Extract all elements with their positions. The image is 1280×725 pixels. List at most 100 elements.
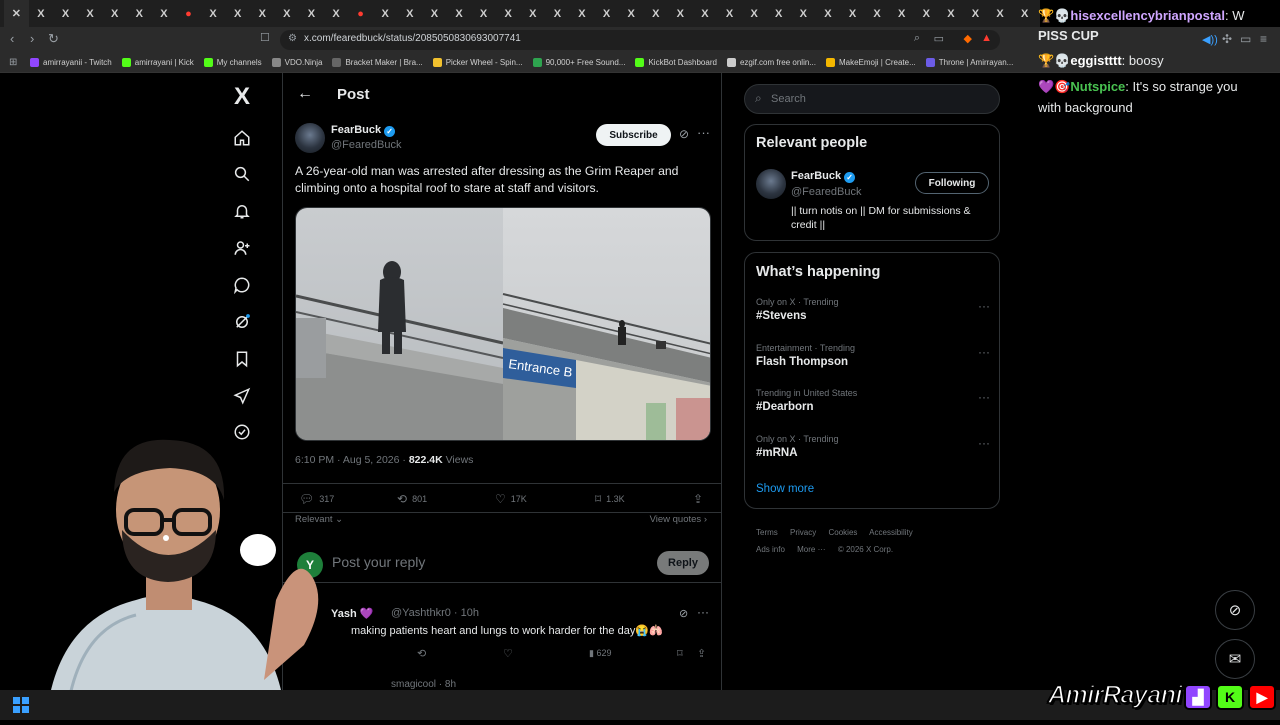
- browser-tab[interactable]: X: [766, 0, 791, 27]
- search-box[interactable]: ⌕: [744, 84, 1000, 114]
- reply-repost-icon[interactable]: ⟲: [417, 647, 426, 660]
- footer-link[interactable]: Cookies: [828, 528, 857, 537]
- back-nav-icon[interactable]: ‹: [10, 31, 14, 46]
- following-button[interactable]: Following: [915, 172, 989, 194]
- messages-chat-icon[interactable]: [222, 270, 262, 300]
- browser-tab[interactable]: X: [963, 0, 988, 27]
- browser-tab[interactable]: X: [865, 0, 890, 27]
- subscribe-button[interactable]: Subscribe: [596, 124, 671, 146]
- bookmark-item[interactable]: amirrayanii - Twitch: [30, 58, 112, 67]
- browser-tab[interactable]: X: [471, 0, 496, 27]
- browser-tab[interactable]: X: [988, 0, 1013, 27]
- browser-tab[interactable]: X: [717, 0, 742, 27]
- browser-tab[interactable]: X: [496, 0, 521, 27]
- brave-shield-icon[interactable]: ◆: [964, 32, 972, 45]
- rocket-icon[interactable]: [222, 381, 262, 411]
- x-logo[interactable]: X: [222, 82, 262, 112]
- browser-tab[interactable]: ●: [176, 0, 201, 27]
- browser-tab[interactable]: X: [201, 0, 226, 27]
- back-arrow-icon[interactable]: ←: [297, 85, 313, 103]
- grok-floating-button[interactable]: ⊘: [1215, 590, 1255, 630]
- site-info-icon[interactable]: ⚙: [288, 33, 297, 44]
- author-name[interactable]: FearBuck ✓: [331, 124, 396, 137]
- more-options-icon[interactable]: ···: [697, 125, 710, 140]
- bookmark-item[interactable]: Picker Wheel - Spin...: [432, 58, 523, 67]
- bookmark-item[interactable]: Bracket Maker | Bra...: [332, 58, 423, 67]
- search-input[interactable]: [769, 89, 989, 109]
- browser-tab[interactable]: X: [889, 0, 914, 27]
- reply-grok-icon[interactable]: ⊘: [679, 607, 688, 620]
- grok-explain-icon[interactable]: ⊘: [679, 127, 689, 141]
- browser-tab[interactable]: X: [102, 0, 127, 27]
- browser-tab[interactable]: X: [570, 0, 595, 27]
- browser-tab[interactable]: ●: [348, 0, 373, 27]
- people-icon[interactable]: [222, 233, 262, 263]
- trend-item[interactable]: Only on X · Trending #mRNA ···: [756, 434, 990, 474]
- browser-tab[interactable]: X: [545, 0, 570, 27]
- address-bar[interactable]: ⚙ x.com/fearedbuck/status/20850508306930…: [280, 30, 1000, 50]
- relevant-person-name[interactable]: FearBuck ✓: [791, 170, 856, 183]
- trend-more-icon[interactable]: ···: [978, 299, 990, 313]
- bookmark-item[interactable]: VDO.Ninja: [271, 58, 322, 67]
- bookmark-item[interactable]: 90,000+ Free Sound...: [532, 58, 625, 67]
- relevant-person-handle[interactable]: @FearedBuck: [791, 186, 861, 198]
- bookmark-action[interactable]: ⌑ 1.3K: [595, 492, 625, 506]
- browser-tab[interactable]: X: [520, 0, 545, 27]
- bookmark-item[interactable]: Throne | Amirrayan...: [925, 58, 1013, 67]
- search-nav-icon[interactable]: [222, 159, 262, 189]
- like-action[interactable]: ♡ 17K: [495, 492, 527, 506]
- browser-tab[interactable]: X: [250, 0, 275, 27]
- bookmark-item[interactable]: ezgif.com free onlin...: [726, 58, 816, 67]
- home-icon[interactable]: [222, 123, 262, 153]
- browser-tab[interactable]: X: [447, 0, 472, 27]
- trend-more-icon[interactable]: ···: [978, 436, 990, 450]
- messages-floating-button[interactable]: ✉: [1215, 639, 1255, 679]
- repost-action[interactable]: ⟲ 801: [397, 492, 427, 506]
- reply-more-icon[interactable]: ···: [697, 605, 709, 619]
- reload-icon[interactable]: ↻: [48, 31, 59, 47]
- footer-link[interactable]: Terms: [756, 528, 778, 537]
- reply-author-handle[interactable]: @Yashthkr0 · 10h: [391, 607, 479, 619]
- browser-tab[interactable]: X: [324, 0, 349, 27]
- reply-button[interactable]: Reply: [657, 551, 709, 575]
- browser-tab[interactable]: X: [127, 0, 152, 27]
- bookmark-star-icon[interactable]: ☐: [260, 31, 270, 44]
- browser-tab[interactable]: X: [225, 0, 250, 27]
- footer-link[interactable]: Privacy: [790, 528, 816, 537]
- browser-tab[interactable]: X: [29, 0, 54, 27]
- reply-heart-icon[interactable]: ♡: [503, 647, 513, 660]
- bookmark-item[interactable]: MakeEmoji | Create...: [825, 58, 916, 67]
- browser-tab[interactable]: X: [693, 0, 718, 27]
- browser-tab[interactable]: X: [939, 0, 964, 27]
- windows-start-icon[interactable]: [13, 697, 29, 713]
- browser-tab[interactable]: X: [619, 0, 644, 27]
- brave-rewards-icon[interactable]: ▲: [981, 32, 992, 44]
- browser-tab[interactable]: X: [914, 0, 939, 27]
- author-handle[interactable]: @FearedBuck: [331, 139, 401, 151]
- bookmark-item[interactable]: KickBot Dashboard: [635, 58, 717, 67]
- post-media[interactable]: Entrance B: [295, 207, 711, 441]
- browser-tab[interactable]: X: [668, 0, 693, 27]
- trend-more-icon[interactable]: ···: [978, 390, 990, 404]
- browser-tab[interactable]: X: [373, 0, 398, 27]
- bookmarks-nav-icon[interactable]: [222, 344, 262, 374]
- browser-tab[interactable]: X: [840, 0, 865, 27]
- browser-tab[interactable]: X: [742, 0, 767, 27]
- author-avatar[interactable]: [295, 123, 325, 153]
- browser-tab[interactable]: X: [791, 0, 816, 27]
- show-more-link[interactable]: Show more: [756, 483, 814, 495]
- trend-item[interactable]: Entertainment · Trending Flash Thompson …: [756, 343, 990, 383]
- browser-tab[interactable]: X: [422, 0, 447, 27]
- cast-icon[interactable]: ▭: [934, 32, 944, 45]
- browser-tab[interactable]: X: [398, 0, 423, 27]
- relevant-person-avatar[interactable]: [756, 169, 786, 199]
- browser-tab[interactable]: X: [1012, 0, 1037, 27]
- browser-tab[interactable]: X: [152, 0, 177, 27]
- browser-tab[interactable]: ✕: [4, 0, 29, 27]
- notifications-bell-icon[interactable]: [222, 196, 262, 226]
- next-reply-handle[interactable]: smagicool · 8h: [391, 679, 456, 690]
- reply-share-icon[interactable]: ⇪: [697, 647, 706, 660]
- share-action[interactable]: ⇪: [693, 492, 703, 506]
- browser-tab[interactable]: X: [299, 0, 324, 27]
- apps-grid-icon[interactable]: ⊞: [9, 57, 17, 68]
